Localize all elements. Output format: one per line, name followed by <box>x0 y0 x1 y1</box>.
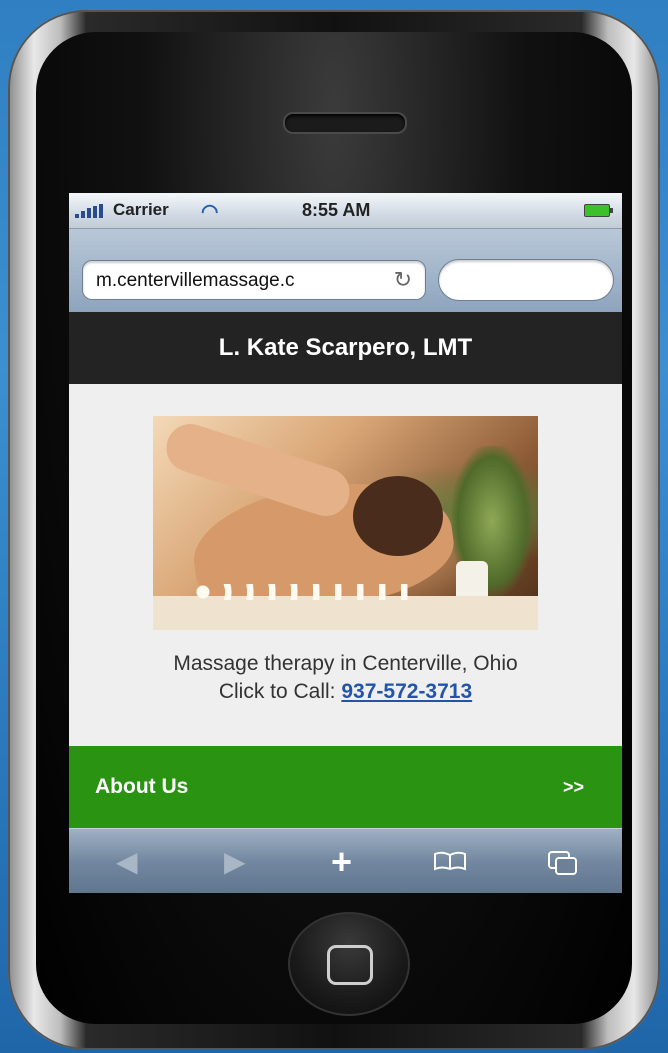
about-us-button[interactable]: About Us >> <box>69 746 622 828</box>
bookmarks-icon[interactable] <box>433 851 467 871</box>
status-bar: Carrier ◠ 8:55 AM <box>69 193 622 229</box>
search-field[interactable] <box>438 259 614 301</box>
home-button[interactable] <box>288 912 410 1016</box>
call-label: Click to Call: <box>218 680 336 703</box>
forward-icon[interactable]: ▶ <box>224 845 246 878</box>
about-us-arrow: >> <box>562 777 584 797</box>
browser-address-bar: m.centervillemassage.c ↻ <box>69 229 622 312</box>
page-content: L. Kate Scarpero, LMT Massage therapy in… <box>69 312 622 828</box>
wifi-icon: ◠ <box>201 201 219 223</box>
back-icon[interactable]: ◀ <box>116 845 138 878</box>
call-line: Click to Call: 937-572-3713 <box>69 678 622 706</box>
home-square-icon <box>327 945 373 985</box>
about-us-label: About Us <box>95 775 189 798</box>
phone-screen: Carrier ◠ 8:55 AM m.centervillemassage.c… <box>69 193 622 893</box>
status-time: 8:55 AM <box>302 200 371 220</box>
url-text: m.centervillemassage.c <box>96 270 295 291</box>
carrier-label: Carrier <box>113 200 169 219</box>
tagline-text: Massage therapy in Centerville, Ohio <box>173 652 518 675</box>
url-field[interactable]: m.centervillemassage.c ↻ <box>82 260 426 300</box>
reload-icon[interactable]: ↻ <box>394 267 412 293</box>
add-bookmark-icon[interactable]: + <box>331 841 352 883</box>
page-title: L. Kate Scarpero, LMT <box>69 312 622 384</box>
massage-photo <box>153 416 538 630</box>
tagline-block: Massage therapy in Centerville, Ohio Cli… <box>69 650 622 706</box>
earpiece-speaker <box>283 112 407 134</box>
browser-toolbar: ◀ ▶ + <box>69 828 622 893</box>
signal-strength-icon <box>75 204 105 218</box>
battery-icon <box>584 204 613 217</box>
phone-number-link[interactable]: 937-572-3713 <box>341 680 472 703</box>
pages-icon[interactable] <box>548 851 578 875</box>
